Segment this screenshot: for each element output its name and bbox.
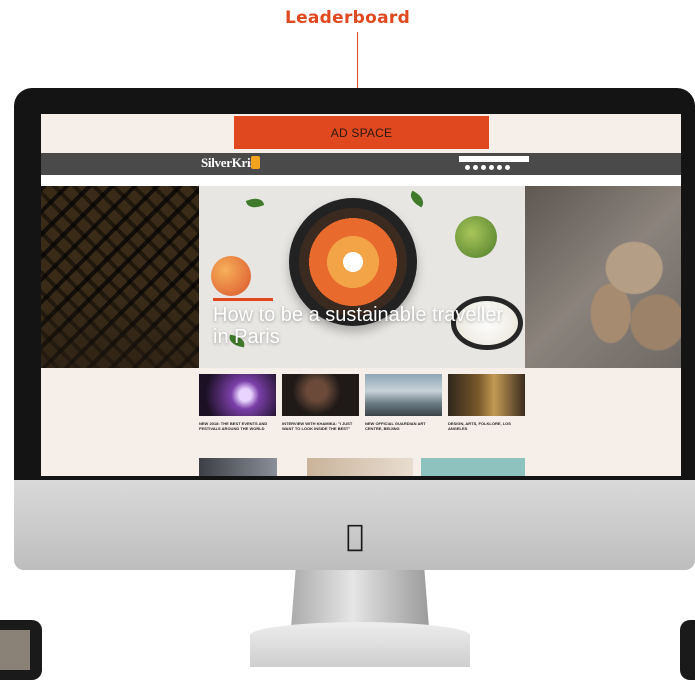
hero-main-image[interactable]: How to be a sustainable traveller in Par… <box>199 186 525 368</box>
article-thumbnail-image[interactable] <box>199 458 277 476</box>
hero-headline[interactable]: How to be a sustainable traveller in Par… <box>213 304 513 348</box>
site-nav <box>41 175 681 186</box>
social-links <box>465 165 510 170</box>
site-logo[interactable]: SilverKris <box>201 155 255 171</box>
search-input[interactable] <box>459 156 529 162</box>
peach-image <box>211 256 251 296</box>
hero-category-tag <box>213 298 273 301</box>
article-card[interactable]: NEW OFFICIAL GUARDIAN ART CENTRE, BEIJIN… <box>365 374 442 431</box>
article-thumbnails: NEW 2018: THE BEST EVENTS AND FESTIVALS … <box>199 374 525 431</box>
article-thumbnail-image <box>448 374 525 416</box>
logo-mark-icon <box>251 156 260 169</box>
plate-food-image <box>299 208 407 316</box>
hero-left-image[interactable] <box>41 186 199 368</box>
article-thumbnail-image <box>282 374 359 416</box>
social-icon[interactable] <box>481 165 486 170</box>
article-title: NEW 2018: THE BEST EVENTS AND FESTIVALS … <box>199 421 268 431</box>
imac-stand-base <box>250 622 470 667</box>
website-screen: AD SPACE SilverKris How to be a sustaina… <box>41 114 681 476</box>
leaderboard-callout-label: Leaderboard <box>284 8 411 28</box>
social-icon[interactable] <box>497 165 502 170</box>
leaf-image <box>407 190 427 208</box>
article-thumbnail-image <box>199 374 276 416</box>
site-header: SilverKris <box>41 153 681 175</box>
leaderboard-ad-space[interactable]: AD SPACE <box>234 116 489 149</box>
article-title: DESIGN, ARTS, FOLKLORE, LOS ANGELES <box>448 421 511 431</box>
article-thumbnail-image <box>365 374 442 416</box>
apple-logo-icon:  <box>346 519 364 554</box>
article-card[interactable]: NEW 2018: THE BEST EVENTS AND FESTIVALS … <box>199 374 276 431</box>
article-title: INTERVIEW WITH KHAMIKA: "I JUST WANT TO … <box>282 421 353 431</box>
social-icon[interactable] <box>473 165 478 170</box>
article-card[interactable]: INTERVIEW WITH KHAMIKA: "I JUST WANT TO … <box>282 374 359 431</box>
right-device <box>680 620 695 680</box>
article-thumbnail-image[interactable] <box>421 458 525 476</box>
social-icon[interactable] <box>489 165 494 170</box>
greens-image <box>455 216 497 258</box>
social-icon[interactable] <box>505 165 510 170</box>
leaf-image <box>245 195 265 211</box>
bottom-article-row <box>199 458 525 476</box>
hero-right-image[interactable] <box>525 186 681 368</box>
article-thumbnail-image[interactable] <box>307 458 413 476</box>
article-card[interactable]: DESIGN, ARTS, FOLKLORE, LOS ANGELES <box>448 374 525 431</box>
left-device-screen <box>0 630 30 670</box>
social-icon[interactable] <box>465 165 470 170</box>
left-device <box>0 620 42 680</box>
article-title: NEW OFFICIAL GUARDIAN ART CENTRE, BEIJIN… <box>365 421 426 431</box>
